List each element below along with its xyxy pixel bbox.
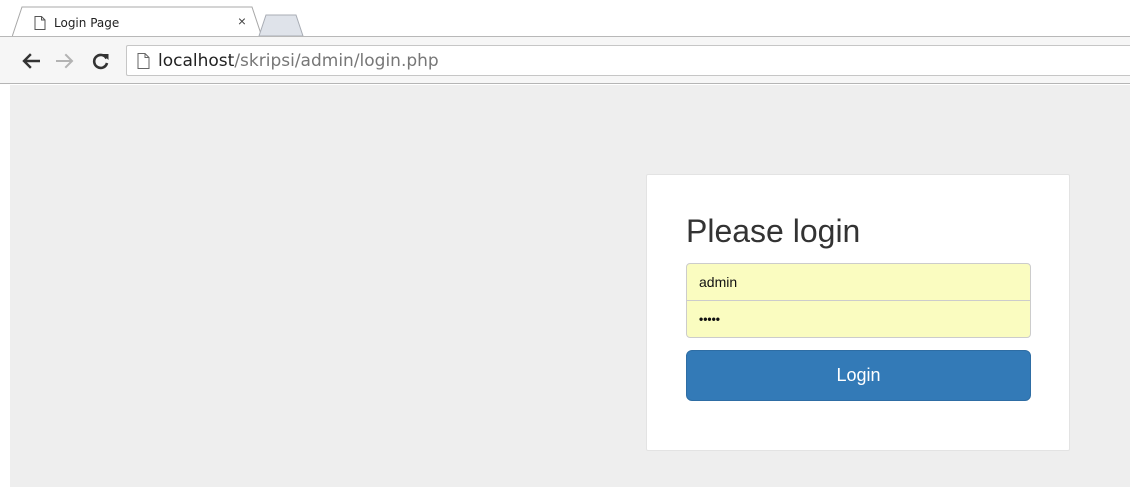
browser-toolbar: localhost/skripsi/admin/login.php (0, 37, 1130, 84)
url-text[interactable]: localhost/skripsi/admin/login.php (158, 50, 439, 72)
url-path: /skripsi/admin/login.php (234, 51, 439, 71)
password-input[interactable]: ••••• (686, 300, 1031, 338)
login-panel: Please login admin ••••• Login (646, 174, 1070, 451)
tab-shape (12, 6, 262, 37)
page-viewport: Please login admin ••••• Login (10, 85, 1130, 487)
url-host: localhost (158, 51, 235, 71)
reload-button[interactable] (90, 50, 112, 72)
address-bar[interactable]: localhost/skripsi/admin/login.php (126, 45, 1130, 76)
username-input[interactable]: admin (686, 263, 1031, 301)
arrow-left-icon (22, 53, 40, 69)
login-button[interactable]: Login (686, 350, 1031, 401)
page-icon (137, 53, 150, 69)
browser-tab[interactable]: Login Page × (12, 6, 262, 37)
forward-button[interactable] (54, 50, 76, 72)
arrow-right-icon (56, 53, 74, 69)
back-button[interactable] (20, 50, 42, 72)
page-icon (34, 16, 46, 30)
tab-strip: Login Page × (0, 0, 1130, 37)
tab-title: Login Page (54, 16, 120, 30)
close-icon[interactable]: × (234, 13, 250, 29)
login-heading: Please login (686, 213, 861, 249)
reload-icon (92, 53, 109, 70)
new-tab-button[interactable] (258, 13, 304, 37)
